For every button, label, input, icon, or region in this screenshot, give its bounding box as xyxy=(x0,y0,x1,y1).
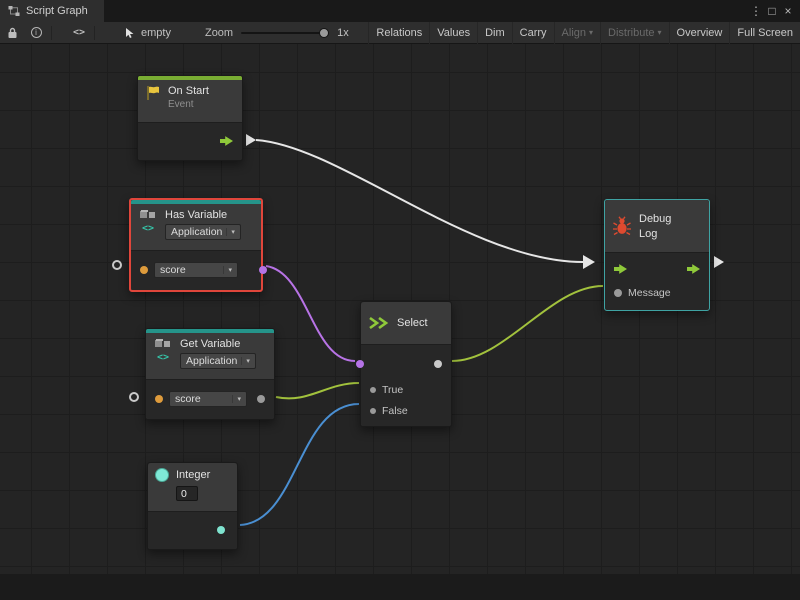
debug-flow-in-arrowhead xyxy=(583,255,595,269)
relations-button[interactable]: Relations xyxy=(368,22,429,44)
scope-value: Application xyxy=(171,226,222,238)
integer-value: 0 xyxy=(181,488,187,500)
node-has-variable[interactable]: <> Has Variable Application ▾ score ▾ xyxy=(129,198,263,292)
code-brackets-icon: <> xyxy=(73,27,85,38)
chevron-down-icon: ▾ xyxy=(241,357,250,365)
menu-icon[interactable]: ⋮ xyxy=(748,4,764,18)
node-integer[interactable]: Integer 0 xyxy=(147,462,238,550)
debug-flow-out-indicator xyxy=(714,256,724,268)
integer-icon xyxy=(155,468,169,482)
message-port[interactable] xyxy=(614,289,622,297)
tab-script-graph[interactable]: Script Graph xyxy=(0,0,104,22)
node-title: Get Variable xyxy=(180,338,256,350)
variable-name-value: score xyxy=(160,264,186,276)
flow-out-port[interactable] xyxy=(220,136,233,147)
overview-button[interactable]: Overview xyxy=(669,22,730,44)
zoom-slider-handle[interactable] xyxy=(319,28,329,38)
tab-title: Script Graph xyxy=(26,5,88,17)
variable-name-dropdown[interactable]: score ▾ xyxy=(169,391,247,407)
maximize-icon[interactable]: □ xyxy=(764,4,780,18)
unconnected-port-indicator[interactable] xyxy=(112,260,122,270)
inspect-button[interactable]: i xyxy=(24,22,48,44)
lock-icon xyxy=(7,27,18,39)
is-defined-port[interactable] xyxy=(259,266,267,274)
condition-port[interactable] xyxy=(356,360,364,368)
toolbar-separator xyxy=(94,26,95,40)
on-start-flow-indicator xyxy=(246,134,256,146)
variable-scope-dropdown[interactable]: Application ▾ xyxy=(165,224,241,240)
node-title: Log xyxy=(639,228,671,240)
selection-status-label: empty xyxy=(141,27,171,39)
bug-icon xyxy=(612,216,632,236)
chevron-down-icon: ▾ xyxy=(232,395,241,403)
zoom-value: 1x xyxy=(337,27,349,39)
chevron-down-icon: ▾ xyxy=(658,28,662,37)
false-port-label: False xyxy=(382,405,408,417)
variable-name-dropdown[interactable]: score ▾ xyxy=(154,262,238,278)
values-button[interactable]: Values xyxy=(429,22,477,44)
toolbar-separator xyxy=(51,26,52,40)
node-title: Select xyxy=(397,317,428,329)
variables-icon xyxy=(139,209,157,221)
node-title: On Start xyxy=(168,85,209,97)
value-out-port[interactable] xyxy=(257,395,265,403)
cursor-icon xyxy=(124,27,136,39)
true-port-label: True xyxy=(382,384,403,396)
wire-integer-to-select-false[interactable] xyxy=(240,404,359,525)
selection-status: empty xyxy=(124,27,171,39)
flow-in-port[interactable] xyxy=(614,264,627,275)
wire-onstart-to-debuglog[interactable] xyxy=(256,140,583,262)
unconnected-port-indicator[interactable] xyxy=(129,392,139,402)
message-port-label: Message xyxy=(628,287,671,299)
variable-scope-dropdown[interactable]: Application ▾ xyxy=(180,353,256,369)
wire-getvariable-to-select-true[interactable] xyxy=(276,383,359,398)
false-port[interactable] xyxy=(370,408,376,414)
full-screen-button[interactable]: Full Screen xyxy=(729,22,800,44)
variable-name-port[interactable] xyxy=(140,266,148,274)
integer-out-port[interactable] xyxy=(217,526,225,534)
chevron-down-icon: ▾ xyxy=(226,228,235,236)
variable-code-icon: <> xyxy=(142,223,154,234)
zoom-label: Zoom xyxy=(205,27,233,39)
selection-out-port[interactable] xyxy=(434,360,442,368)
titlebar: Script Graph ⋮ □ × xyxy=(0,0,800,22)
node-title: Has Variable xyxy=(165,209,241,221)
variable-name-value: score xyxy=(175,393,201,405)
info-icon: i xyxy=(31,27,42,38)
flag-icon xyxy=(145,85,161,101)
node-subtitle: Debug xyxy=(639,213,671,225)
zoom-slider[interactable] xyxy=(241,32,329,34)
select-icon xyxy=(368,315,390,331)
carry-button[interactable]: Carry xyxy=(512,22,554,44)
lock-button[interactable] xyxy=(0,22,24,44)
integer-value-field[interactable]: 0 xyxy=(176,486,198,501)
variable-name-port[interactable] xyxy=(155,395,163,403)
variable-code-icon: <> xyxy=(157,352,169,363)
toolbar-buttons: Relations Values Dim Carry Align▾ Distri… xyxy=(368,22,800,44)
true-port[interactable] xyxy=(370,387,376,393)
node-debug-log[interactable]: Debug Log Message xyxy=(604,199,710,311)
wire-select-to-debuglog-message[interactable] xyxy=(452,286,603,361)
node-select[interactable]: Select True False xyxy=(360,301,452,427)
node-get-variable[interactable]: <> Get Variable Application ▾ score ▾ xyxy=(145,328,275,420)
chevron-down-icon: ▾ xyxy=(223,266,232,274)
wire-hasvariable-to-select-condition[interactable] xyxy=(266,266,355,361)
close-icon[interactable]: × xyxy=(780,4,796,18)
variables-icon xyxy=(154,338,172,350)
window-controls: ⋮ □ × xyxy=(748,0,800,22)
scope-value: Application xyxy=(186,355,237,367)
node-subtitle: Event xyxy=(168,99,209,110)
code-preview-button[interactable]: <> xyxy=(67,22,91,44)
flow-out-port[interactable] xyxy=(687,264,700,275)
script-graph-icon xyxy=(8,5,20,17)
graph-toolbar: i <> empty Zoom 1x Relations Values Dim … xyxy=(0,22,800,44)
chevron-down-icon: ▾ xyxy=(589,28,593,37)
distribute-button: Distribute▾ xyxy=(600,22,668,44)
node-on-start[interactable]: On Start Event xyxy=(137,75,243,161)
canvas-bottom-edge xyxy=(0,574,800,600)
graph-canvas[interactable]: On Start Event <> Has Variable xyxy=(0,44,800,600)
node-title: Integer xyxy=(176,469,210,481)
dim-button[interactable]: Dim xyxy=(477,22,512,44)
align-button: Align▾ xyxy=(554,22,600,44)
